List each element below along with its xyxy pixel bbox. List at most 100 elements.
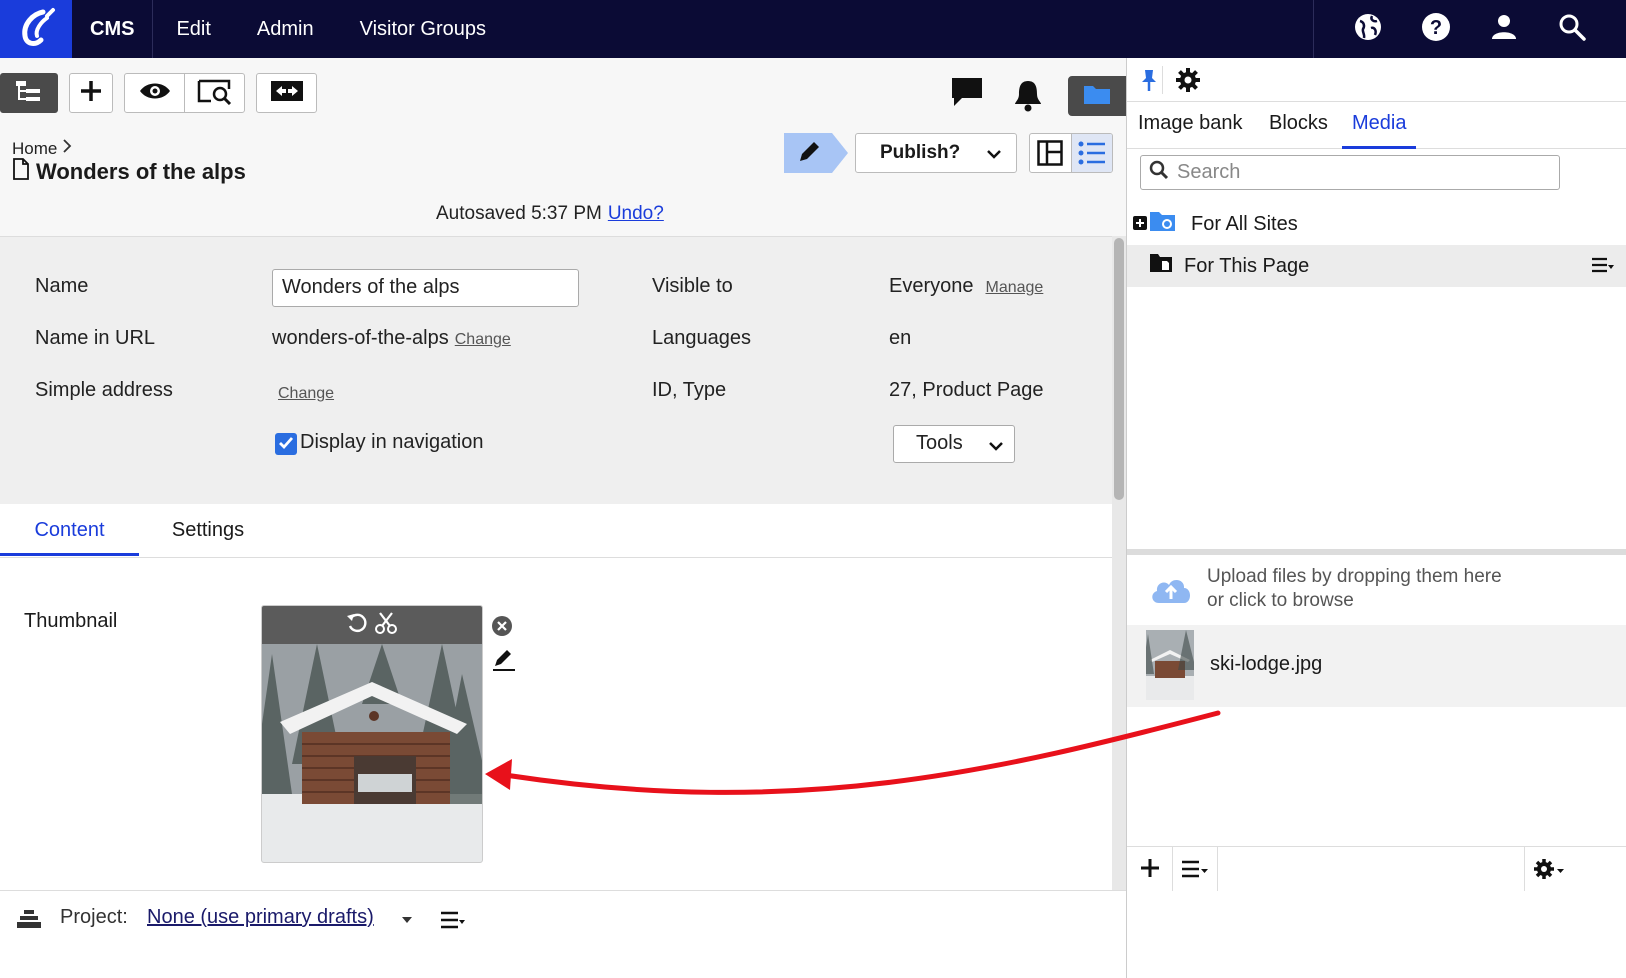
search-icon[interactable] — [1557, 12, 1587, 47]
nav-visitor-groups[interactable]: Visitor Groups — [337, 0, 509, 58]
tools-dropdown[interactable]: Tools — [893, 425, 1015, 463]
globe-icon[interactable] — [1353, 12, 1383, 47]
tab-blocks[interactable]: Blocks — [1269, 112, 1328, 149]
optimizely-logo-icon[interactable] — [0, 0, 72, 58]
main-scrollbar[interactable] — [1112, 236, 1126, 890]
name-label: Name — [35, 275, 89, 297]
editor-toolbar: Home Wonders of the alps Publish? Autosa… — [0, 58, 1126, 236]
nav-cms[interactable]: CMS — [72, 0, 152, 58]
name-in-url-label: Name in URL — [35, 327, 156, 349]
gear-icon[interactable] — [1175, 67, 1201, 93]
publish-button[interactable]: Publish? — [855, 133, 1017, 173]
chevron-down-icon — [988, 437, 1004, 460]
breadcrumb-home[interactable]: Home — [12, 139, 57, 159]
autosave-status: Autosaved 5:37 PM Undo? — [436, 203, 664, 225]
expand-plus-icon[interactable] — [1133, 213, 1147, 236]
all-properties-view-icon[interactable] — [1070, 134, 1112, 172]
project-icon — [16, 909, 42, 931]
remove-thumbnail-icon[interactable] — [491, 615, 513, 637]
rotate-icon[interactable] — [346, 612, 368, 639]
add-media-icon[interactable] — [1139, 857, 1161, 879]
name-input[interactable]: Wonders of the alps — [272, 269, 579, 307]
thumbnail-dropzone[interactable] — [261, 605, 483, 863]
page-properties-panel: Name Wonders of the alps Name in URL won… — [0, 236, 1112, 504]
project-label: Project: — [60, 906, 128, 928]
edit-image-icon[interactable] — [491, 648, 517, 672]
preview-button[interactable] — [124, 73, 185, 113]
content-area: Thumbnail — [0, 558, 1112, 890]
display-in-navigation-label: Display in navigation — [300, 431, 484, 453]
change-url-link[interactable]: Change — [455, 331, 511, 348]
search-icon — [1149, 160, 1169, 186]
tab-image-bank[interactable]: Image bank — [1138, 112, 1243, 149]
project-menu-icon[interactable] — [440, 908, 466, 932]
ski-lodge-thumbnail-image — [262, 644, 482, 862]
publish-label: Publish? — [880, 142, 961, 163]
tree-item-for-all-sites[interactable]: For All Sites — [1127, 203, 1626, 245]
tree-item-for-this-page[interactable]: For This Page — [1127, 245, 1626, 287]
shared-folder-icon — [1149, 209, 1177, 239]
footer-divider — [1172, 847, 1173, 891]
tab-settings[interactable]: Settings — [139, 504, 277, 556]
project-bar: Project: None (use primary drafts) — [0, 890, 1126, 978]
breadcrumb: Home — [12, 138, 73, 159]
help-icon[interactable]: ? — [1421, 12, 1451, 47]
manage-link[interactable]: Manage — [986, 279, 1044, 296]
assets-pane-footer — [1127, 846, 1626, 891]
footer-divider — [1217, 847, 1218, 891]
preview-search-icon — [197, 77, 233, 110]
media-file-item[interactable]: ski-lodge.jpg — [1127, 625, 1626, 707]
notifications-icon[interactable] — [1012, 78, 1044, 112]
tab-content[interactable]: Content — [0, 504, 139, 556]
nav-edit[interactable]: Edit — [153, 0, 233, 58]
settings-gear-icon[interactable] — [1533, 857, 1565, 881]
scrollbar-thumb[interactable] — [1114, 238, 1124, 500]
svg-text:?: ? — [1430, 17, 1442, 39]
file-name: ski-lodge.jpg — [1210, 653, 1323, 675]
display-in-navigation-checkbox[interactable] — [275, 433, 297, 455]
tree-icon — [14, 79, 44, 108]
context-menu-icon[interactable] — [1591, 255, 1615, 281]
page-tree-button[interactable] — [0, 73, 58, 113]
tab-media[interactable]: Media — [1342, 112, 1417, 149]
project-selector[interactable]: None (use primary drafts) — [147, 906, 374, 929]
preview-device-button[interactable] — [184, 73, 245, 113]
visible-to-value: Everyone — [889, 275, 974, 297]
caret-down-icon[interactable] — [401, 915, 413, 925]
assets-tabs: Image bank Blocks Media — [1127, 102, 1626, 149]
footer-divider — [1524, 847, 1525, 891]
upload-instructions: Upload files by dropping them here or cl… — [1207, 565, 1502, 613]
upload-dropzone[interactable]: Upload files by dropping them here or cl… — [1127, 555, 1626, 625]
list-menu-icon[interactable] — [1181, 859, 1209, 879]
simple-address-label: Simple address — [35, 379, 173, 401]
user-icon[interactable] — [1489, 12, 1519, 47]
plus-icon — [79, 79, 103, 108]
autosave-text: Autosaved 5:37 PM — [436, 203, 602, 224]
add-button[interactable] — [69, 73, 113, 113]
eye-icon — [139, 81, 171, 106]
change-simple-address-link[interactable]: Change — [278, 385, 334, 402]
upload-line-1: Upload files by dropping them here — [1207, 566, 1502, 587]
chevron-right-icon — [61, 138, 73, 159]
nav-admin[interactable]: Admin — [234, 0, 337, 58]
assets-pane-button[interactable] — [1068, 76, 1126, 116]
top-navigation-bar: CMS Edit Admin Visitor Groups ? — [0, 0, 1626, 58]
upload-line-2: or click to browse — [1207, 590, 1354, 611]
checkmark-icon — [278, 433, 294, 456]
thumbnail-label: Thumbnail — [24, 610, 118, 632]
page-title-text: Wonders of the alps — [36, 159, 246, 184]
comments-icon[interactable] — [950, 76, 984, 108]
pin-icon[interactable] — [1135, 66, 1163, 94]
view-toggle — [1029, 133, 1113, 173]
cloud-upload-icon — [1149, 573, 1193, 605]
undo-link[interactable]: Undo? — [608, 203, 664, 224]
crop-scissors-icon[interactable] — [374, 611, 398, 640]
media-search-input[interactable]: Search — [1140, 155, 1560, 190]
edit-mode-button[interactable] — [784, 133, 848, 173]
on-page-edit-view-icon[interactable] — [1030, 134, 1071, 172]
languages-value: en — [889, 327, 912, 349]
visible-to-label: Visible to — [652, 275, 733, 297]
thumbnail-toolbar — [262, 606, 482, 644]
name-in-url-value: wonders-of-the-alps — [272, 327, 449, 349]
compare-button[interactable] — [256, 73, 317, 113]
